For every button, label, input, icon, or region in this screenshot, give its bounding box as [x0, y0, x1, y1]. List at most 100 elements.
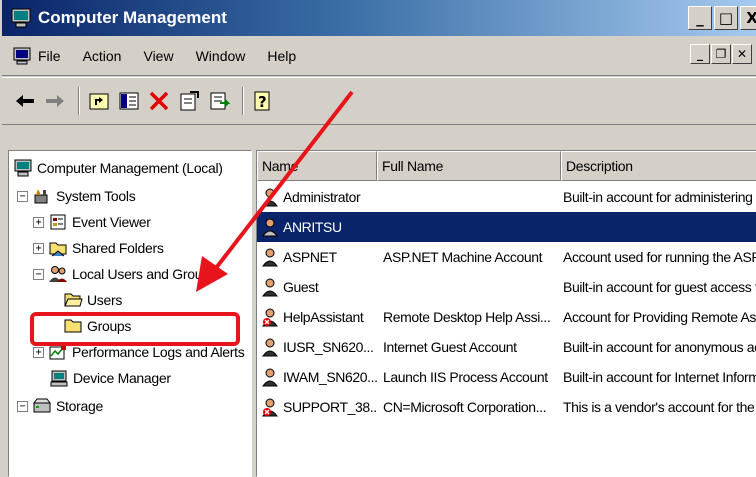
user-name: HelpAssistant [283, 309, 364, 325]
computer-management-icon [11, 8, 31, 28]
column-header-name[interactable]: Name [257, 151, 377, 181]
properties-icon[interactable] [176, 88, 202, 114]
highlight-callout-box [30, 312, 240, 346]
collapse-toggle[interactable]: − [33, 268, 44, 280]
user-name: IWAM_SN620... [283, 369, 377, 385]
cell-name: IUSR_SN620... [261, 332, 377, 362]
table-row[interactable]: SUPPORT_38... CN=Microsoft Corporation...… [257, 392, 756, 422]
minimize-button[interactable]: _ [688, 6, 712, 30]
user-name: ASPNET [283, 249, 337, 265]
menu-window[interactable]: Window [196, 48, 246, 64]
restore-button[interactable]: □ [714, 6, 738, 30]
cell-full-name: Launch IIS Process Account [383, 369, 548, 385]
user-icon [262, 188, 278, 207]
export-list-icon[interactable] [206, 88, 232, 114]
table-row[interactable]: IUSR_SN620... Internet Guest Account Built… [257, 332, 756, 362]
tree-item-local-users-groups[interactable]: − Local Users and Groups [33, 261, 217, 287]
menu-bar: File Action View Window Help _ ❐ ✕ [2, 36, 756, 76]
up-folder-icon[interactable] [86, 88, 112, 114]
expand-toggle[interactable]: + [33, 216, 44, 228]
table-row[interactable]: IWAM_SN620... Launch IIS Process Account B… [257, 362, 756, 392]
show-hide-tree-icon[interactable] [116, 88, 142, 114]
back-arrow-icon[interactable] [12, 88, 38, 114]
mdi-restore-button[interactable]: ❐ [711, 44, 731, 64]
toolbar-separator [242, 87, 244, 115]
cell-full-name: ASP.NET Machine Account [383, 249, 543, 265]
user-icon [262, 338, 278, 357]
tree-label: Users [87, 292, 123, 308]
user-name: ANRITSU [283, 219, 342, 235]
user-name: IUSR_SN620... [283, 339, 374, 355]
menu-file[interactable]: File [38, 48, 61, 64]
mdi-minimize-button[interactable]: _ [690, 44, 710, 64]
cell-name: ASPNET [261, 242, 377, 272]
collapse-toggle[interactable]: − [17, 190, 28, 202]
help-icon[interactable]: ? [250, 88, 276, 114]
users-list-view[interactable]: Name Full Name Description Administrator… [256, 150, 756, 477]
computer-icon [14, 159, 32, 177]
mdi-close-button[interactable]: ✕ [732, 44, 752, 64]
disabled-user-icon [262, 308, 278, 327]
expand-toggle[interactable]: + [33, 346, 44, 358]
table-row[interactable]: Administrator Built-in account for admini… [257, 182, 756, 212]
cell-full-name [383, 182, 561, 212]
cell-name: HelpAssistant [261, 302, 377, 332]
user-name: Administrator [283, 189, 361, 205]
column-header-full-name[interactable]: Full Name [377, 151, 561, 181]
forward-arrow-icon[interactable] [42, 88, 68, 114]
menu-help[interactable]: Help [267, 48, 296, 64]
menu-action[interactable]: Action [83, 48, 122, 64]
tree-item-event-viewer[interactable]: + Event Viewer [33, 209, 151, 235]
cell-name: IWAM_SN620... [261, 362, 377, 392]
cell-full-name: Remote Desktop Help Assi... [383, 309, 551, 325]
window-title: Computer Management [38, 8, 227, 27]
users-group-icon [49, 266, 67, 282]
cell-full-name: Internet Guest Account [383, 339, 517, 355]
cell-description: Account for Providing Remote Assi [563, 309, 756, 325]
close-button[interactable]: X [740, 6, 756, 30]
storage-icon [33, 398, 51, 413]
event-viewer-icon [50, 214, 66, 230]
cell-full-name: CN=Microsoft Corporation... [383, 399, 547, 415]
title-bar[interactable]: Computer Management _ □ X [2, 0, 756, 36]
user-icon [262, 218, 278, 237]
tree-label: Computer Management (Local) [37, 160, 223, 176]
user-name: Guest [283, 279, 319, 295]
cell-description: Built-in account for anonymous acc [563, 339, 756, 355]
table-row[interactable]: HelpAssistant Remote Desktop Help Assi...… [257, 302, 756, 332]
table-row[interactable]: ANRITSU [257, 212, 756, 242]
toolbar-separator [78, 87, 80, 115]
table-row[interactable]: Guest Built-in account for guest access t… [257, 272, 756, 302]
expand-toggle[interactable]: + [33, 242, 44, 254]
tree-item-system-tools[interactable]: − System Tools [17, 183, 136, 209]
tools-icon [34, 189, 48, 204]
cell-description [563, 212, 756, 242]
tree-item-storage[interactable]: − Storage [17, 393, 103, 419]
table-row[interactable]: ASPNET ASP.NET Machine Account Account use… [257, 242, 756, 272]
collapse-toggle[interactable]: − [17, 400, 28, 412]
cell-full-name [383, 272, 561, 302]
cell-description: Built-in account for guest access to [563, 279, 756, 295]
tree-item-device-manager[interactable]: Device Manager [49, 365, 171, 391]
column-header-description[interactable]: Description [561, 151, 756, 181]
cell-description: This is a vendor's account for the H [563, 399, 756, 415]
console-icon[interactable] [12, 46, 32, 66]
cell-full-name [383, 212, 561, 242]
tree-label: Device Manager [73, 370, 171, 386]
tree-item-root[interactable]: Computer Management (Local) [13, 155, 223, 181]
cell-name: SUPPORT_38... [261, 392, 377, 422]
user-icon [262, 368, 278, 387]
cell-name: Administrator [261, 182, 377, 212]
user-name: SUPPORT_38... [283, 399, 377, 415]
tree-label: Performance Logs and Alerts [72, 344, 245, 360]
open-folder-icon [64, 293, 83, 307]
tree-label: Event Viewer [72, 214, 151, 230]
tree-label: Local Users and Groups [72, 266, 217, 282]
tree-item-users[interactable]: Users [63, 287, 122, 313]
tree-item-shared-folders[interactable]: + Shared Folders [33, 235, 164, 261]
tree-label: Shared Folders [72, 240, 164, 256]
user-icon [262, 278, 278, 297]
delete-icon[interactable] [146, 88, 172, 114]
computer-management-window: Computer Management _ □ X File Action Vi… [0, 0, 756, 477]
menu-view[interactable]: View [143, 48, 173, 64]
